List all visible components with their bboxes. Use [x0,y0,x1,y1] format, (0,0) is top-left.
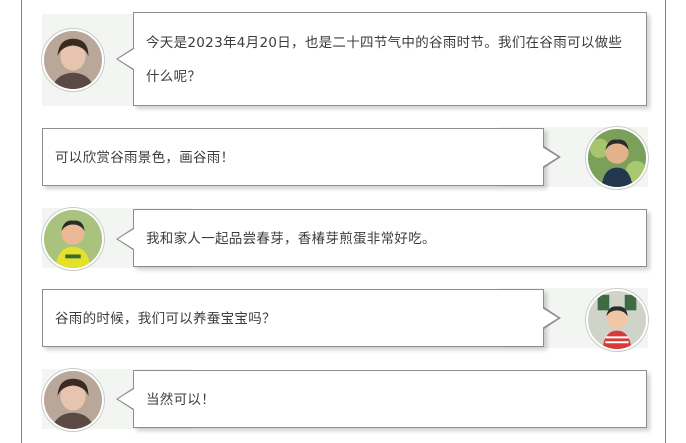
message-bubble: 当然可以！ [133,370,647,428]
bubble-tail-fill [118,49,134,69]
teacher-avatar [42,369,104,431]
teacher-avatar [42,29,104,91]
message-text: 当然可以！ [146,392,215,408]
frame-left-border [21,0,22,443]
message-bubble: 可以欣赏谷雨景色，画谷雨！ [42,128,544,186]
frame-right-border [665,0,666,443]
bubble-tail-fill [542,147,558,167]
message-text: 今天是2023年4月20日，也是二十四节气中的谷雨时节。我们在谷雨可以做些什么呢… [146,35,623,85]
child-avatar [586,127,648,189]
bubble-tail-fill [118,229,134,249]
message-bubble: 今天是2023年4月20日，也是二十四节气中的谷雨时节。我们在谷雨可以做些什么呢… [133,12,647,106]
message-text: 谷雨的时候，我们可以养蚕宝宝吗？ [55,311,276,327]
child-avatar [586,289,648,351]
message-text: 可以欣赏谷雨景色，画谷雨！ [55,150,235,166]
child-avatar [42,208,104,270]
message-bubble: 谷雨的时候，我们可以养蚕宝宝吗？ [42,289,544,347]
message-bubble: 我和家人一起品尝春芽，香椿芽煎蛋非常好吃。 [133,209,647,267]
bubble-tail-fill [542,308,558,328]
message-text: 我和家人一起品尝春芽，香椿芽煎蛋非常好吃。 [146,231,436,247]
bubble-tail-fill [118,389,134,409]
